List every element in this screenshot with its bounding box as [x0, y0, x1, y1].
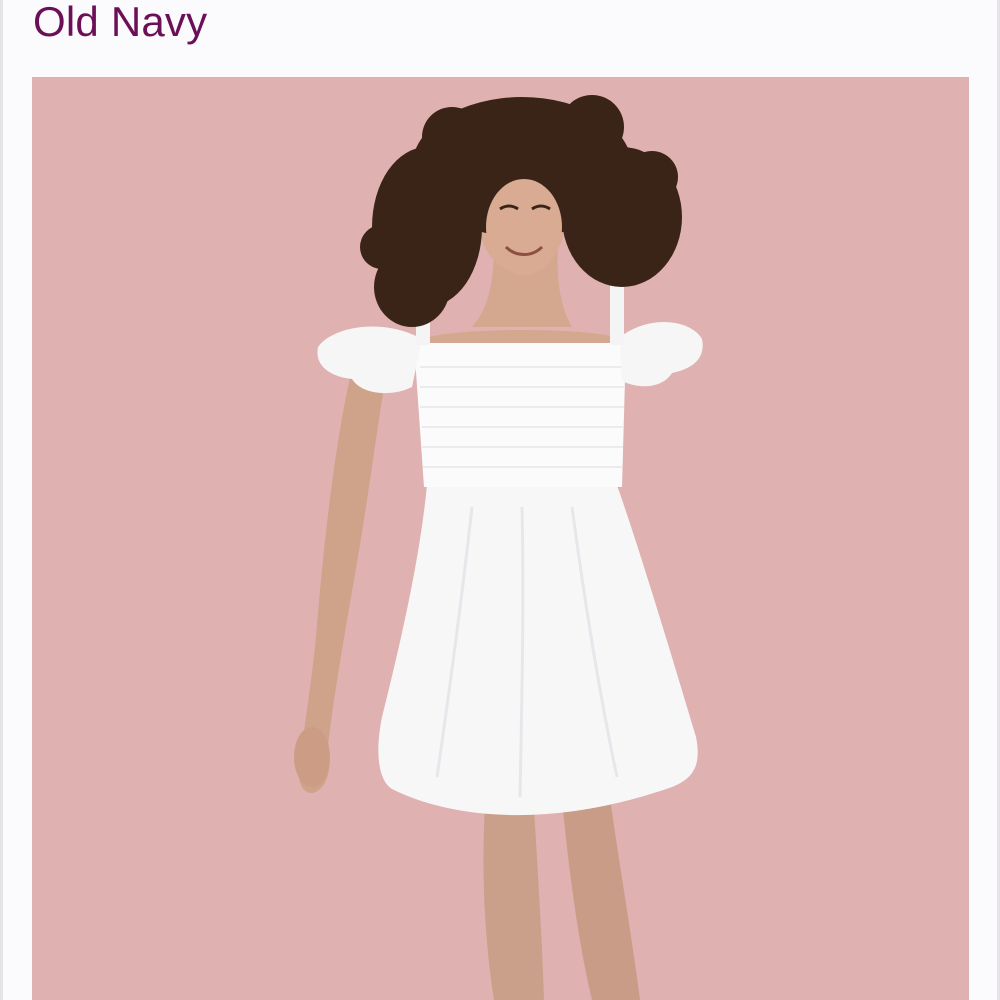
product-photo-illustration	[32, 77, 969, 1000]
strap-right	[610, 285, 624, 345]
face-front	[486, 179, 562, 275]
frame-edge-left	[0, 0, 3, 1000]
hand-left	[294, 727, 330, 787]
dress-bodice	[414, 343, 626, 487]
product-photo[interactable]	[32, 77, 969, 1000]
brand-link[interactable]: Old Navy	[33, 0, 207, 48]
